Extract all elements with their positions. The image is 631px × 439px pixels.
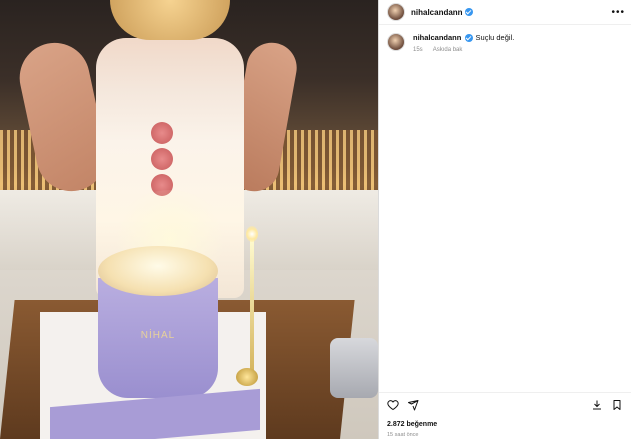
post-header: nihalcandann ••• [379,0,631,25]
instagram-post: NİHAL nihalcandann ••• nihalcandann Suçl… [0,0,631,439]
post-image[interactable]: NİHAL [0,0,378,439]
post-sidebar: nihalcandann ••• nihalcandann Suçlu deği… [378,0,631,439]
cake-top [98,246,218,296]
comment-body: nihalcandann Suçlu değil. 15s Askıda bak [413,33,514,55]
candle-flame [246,226,258,242]
candle [250,238,254,376]
comment-meta: 15s Askıda bak [413,45,514,55]
person-hair [110,0,230,40]
action-bar [379,392,631,413]
comment-username[interactable]: nihalcandann [413,33,461,42]
post-time: 15 saat önce [387,432,419,438]
candle-holder [236,368,258,386]
caption-text: Suçlu değil. [475,33,515,42]
like-count[interactable]: 2.872 beğenme [387,421,437,428]
bookmark-icon[interactable] [611,399,623,411]
cake-lettering: NİHAL [140,330,176,341]
avatar[interactable] [387,33,405,51]
verified-badge-icon [465,34,474,43]
more-dots-icon[interactable]: ••• [611,7,625,18]
avatar[interactable] [387,3,405,21]
handbag [330,338,378,398]
download-icon[interactable] [591,399,603,411]
action-bar-right [591,399,623,411]
comment-time: 15s [413,47,423,53]
heart-icon[interactable] [387,399,399,411]
username[interactable]: nihalcandann [411,8,463,17]
verified-badge-icon [464,8,473,16]
send-icon[interactable] [407,399,419,411]
caption-comment: nihalcandann Suçlu değil. 15s Askıda bak [379,25,631,55]
reply-link[interactable]: Askıda bak [433,45,463,55]
